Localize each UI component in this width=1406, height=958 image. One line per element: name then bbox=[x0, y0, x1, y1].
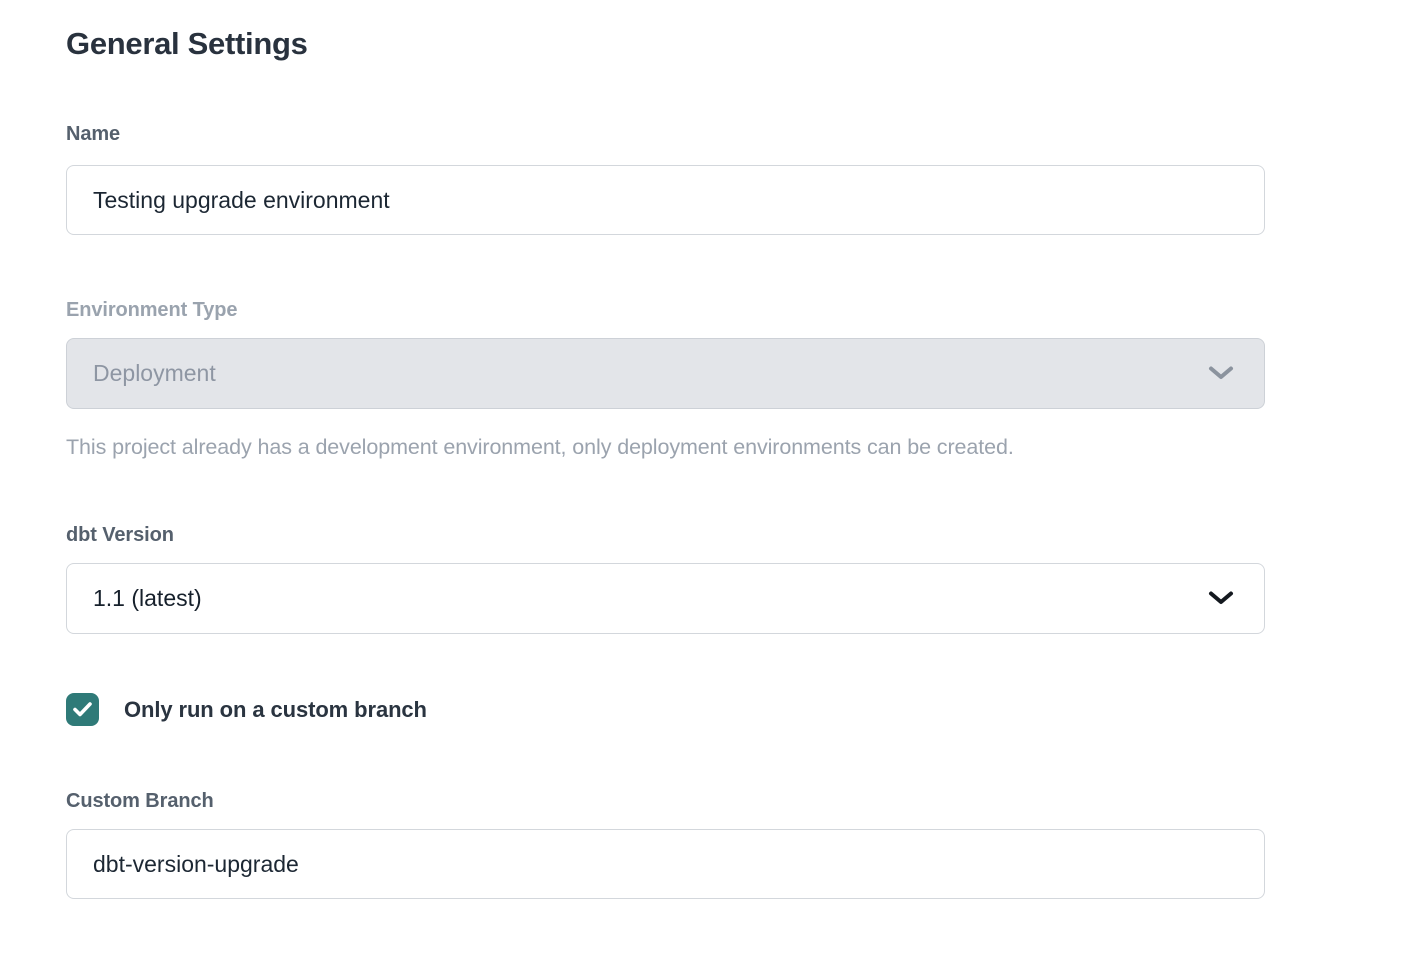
name-input[interactable] bbox=[66, 165, 1265, 235]
custom-branch-checkbox[interactable] bbox=[66, 693, 99, 726]
chevron-down-icon bbox=[1208, 360, 1234, 387]
chevron-down-icon bbox=[1208, 585, 1234, 612]
page-title: General Settings bbox=[66, 26, 1265, 62]
dbt-version-select[interactable]: 1.1 (latest) bbox=[66, 563, 1265, 634]
custom-branch-checkbox-label[interactable]: Only run on a custom branch bbox=[124, 697, 427, 723]
environment-type-value: Deployment bbox=[93, 360, 216, 387]
environment-type-select: Deployment bbox=[66, 338, 1265, 409]
custom-branch-checkbox-row: Only run on a custom branch bbox=[66, 693, 1265, 726]
checkmark-icon bbox=[73, 702, 92, 717]
dbt-version-label: dbt Version bbox=[66, 524, 1265, 547]
environment-type-helper-text: This project already has a development e… bbox=[66, 435, 1265, 460]
general-settings-page: General Settings Name Environment Type D… bbox=[0, 0, 1406, 958]
name-label: Name bbox=[66, 123, 1265, 146]
custom-branch-label: Custom Branch bbox=[66, 790, 1265, 813]
environment-type-label: Environment Type bbox=[66, 299, 1265, 322]
custom-branch-input[interactable] bbox=[66, 829, 1265, 899]
dbt-version-value: 1.1 (latest) bbox=[93, 585, 202, 612]
